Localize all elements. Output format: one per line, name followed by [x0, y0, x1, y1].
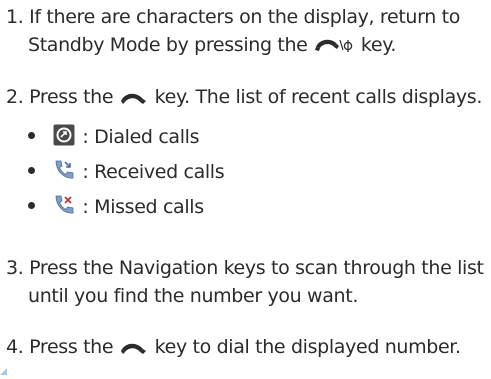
call-type-item-received: : Received calls	[28, 158, 225, 189]
step-4-text-b: key to dial the displayed number.	[154, 336, 461, 358]
step-4-number: 4.	[6, 336, 24, 358]
step-1-text-line2-end: key.	[360, 34, 397, 56]
send-key-icon	[120, 335, 147, 363]
bullet-dot	[28, 132, 35, 139]
step-3-number: 3.	[6, 257, 24, 279]
corner-triangle-icon	[0, 360, 8, 379]
step-4: 4. Press the key to dial the displayed n…	[6, 333, 490, 363]
step-2-text-b: key. The list of recent calls displays.	[154, 86, 483, 108]
step-1-text-line2: Standby Mode by pressing the	[28, 34, 308, 56]
step-3-text-line2: until you find the number you want.	[28, 285, 359, 307]
call-type-label-dialed: : Dialed calls	[82, 126, 200, 148]
bullet-dot	[28, 202, 35, 209]
step-2: 2. Press the key. The list of recent cal…	[6, 83, 490, 113]
step-2-number: 2.	[6, 86, 24, 108]
step-1-text-line1: If there are characters on the display, …	[29, 6, 460, 28]
step-3-line2: until you find the number you want.	[6, 282, 490, 310]
missed-calls-icon	[53, 194, 75, 224]
received-calls-icon	[53, 159, 75, 189]
call-type-item-dialed: : Dialed calls	[28, 123, 199, 154]
step-1-line2: Standby Mode by pressing the key.	[6, 31, 490, 61]
call-type-label-received: : Received calls	[82, 161, 225, 183]
manual-page: 1. If there are characters on the displa…	[0, 0, 491, 375]
step-1: 1. If there are characters on the displa…	[6, 3, 490, 61]
dialed-calls-icon	[53, 124, 75, 154]
step-1-number: 1.	[6, 6, 24, 28]
step-3: 3. Press the Navigation keys to scan thr…	[6, 254, 490, 310]
step-3-text-line1: Press the Navigation keys to scan throug…	[29, 257, 484, 279]
end-power-key-icon	[315, 33, 353, 61]
call-type-item-missed: : Missed calls	[28, 193, 204, 224]
bullet-dot	[28, 167, 35, 174]
call-type-label-missed: : Missed calls	[82, 196, 204, 218]
step-4-text-a: Press the	[29, 336, 114, 358]
step-2-text-a: Press the	[29, 86, 114, 108]
send-key-icon	[120, 85, 147, 113]
